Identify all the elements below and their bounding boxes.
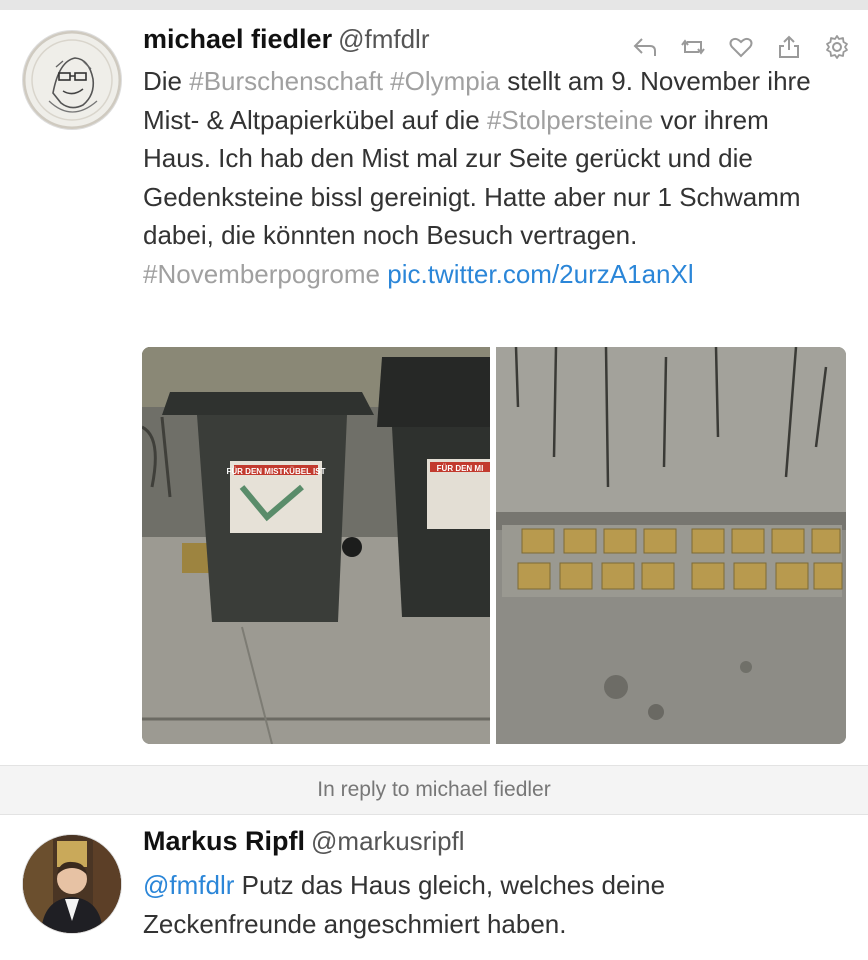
hashtag-novemberpogrome[interactable]: #Novemberpogrome bbox=[143, 259, 380, 289]
reply-icon[interactable] bbox=[632, 34, 658, 60]
author-handle[interactable]: @markusripfl bbox=[311, 826, 465, 856]
photo-avatar-image bbox=[23, 835, 121, 933]
hashtag-olympia[interactable]: #Olympia bbox=[390, 66, 500, 96]
reply-context[interactable]: In reply to michael fiedler bbox=[0, 765, 868, 815]
author-name[interactable]: michael fiedler bbox=[143, 24, 332, 54]
like-icon[interactable] bbox=[728, 34, 754, 60]
avatar[interactable] bbox=[22, 30, 122, 130]
sketch-avatar-image bbox=[23, 31, 121, 129]
tweet-text: @fmfdlr Putz das Haus gleich, welches de… bbox=[143, 866, 833, 943]
sign-text-left: FÜR DEN MISTKÜBEL IST bbox=[227, 467, 326, 476]
window-top-edge bbox=[0, 0, 868, 10]
hashtag-stolpersteine[interactable]: #Stolpersteine bbox=[487, 105, 653, 135]
sign-text-right: FÜR DEN MI bbox=[437, 464, 484, 473]
mention-fmfdlr[interactable]: @fmfdlr bbox=[143, 870, 234, 900]
settings-icon[interactable] bbox=[824, 34, 850, 60]
share-icon[interactable] bbox=[776, 34, 802, 60]
avatar[interactable] bbox=[22, 834, 122, 934]
tweet-header: Markus Ripfl @markusripfl bbox=[143, 826, 465, 857]
author-name[interactable]: Markus Ripfl bbox=[143, 826, 305, 856]
tweet-text: Die #Burschenschaft #Olympia stellt am 9… bbox=[143, 62, 833, 293]
retweet-icon[interactable] bbox=[680, 34, 706, 60]
tweet-actions bbox=[632, 34, 850, 60]
hashtag-burschenschaft[interactable]: #Burschenschaft bbox=[189, 66, 383, 96]
tweet-markus-ripfl[interactable]: Markus Ripfl @markusripfl @fmfdlr Putz da… bbox=[0, 814, 868, 960]
media-link[interactable]: pic.twitter.com/2urzA1anXl bbox=[387, 259, 693, 289]
tweet-header: michael fiedler @fmfdlr bbox=[143, 24, 430, 55]
tweet-media[interactable]: FÜR DEN MISTKÜBEL IST FÜR DEN MI bbox=[142, 347, 846, 744]
text-segment: Die bbox=[143, 66, 190, 96]
author-handle[interactable]: @fmfdlr bbox=[338, 24, 429, 54]
photo-trash-bins[interactable]: FÜR DEN MISTKÜBEL IST FÜR DEN MI bbox=[142, 347, 490, 744]
photo-stolpersteine[interactable] bbox=[496, 347, 846, 744]
tweet-michael-fiedler[interactable]: michael fiedler @fmfdlr Die #Burschenscha… bbox=[0, 10, 868, 765]
